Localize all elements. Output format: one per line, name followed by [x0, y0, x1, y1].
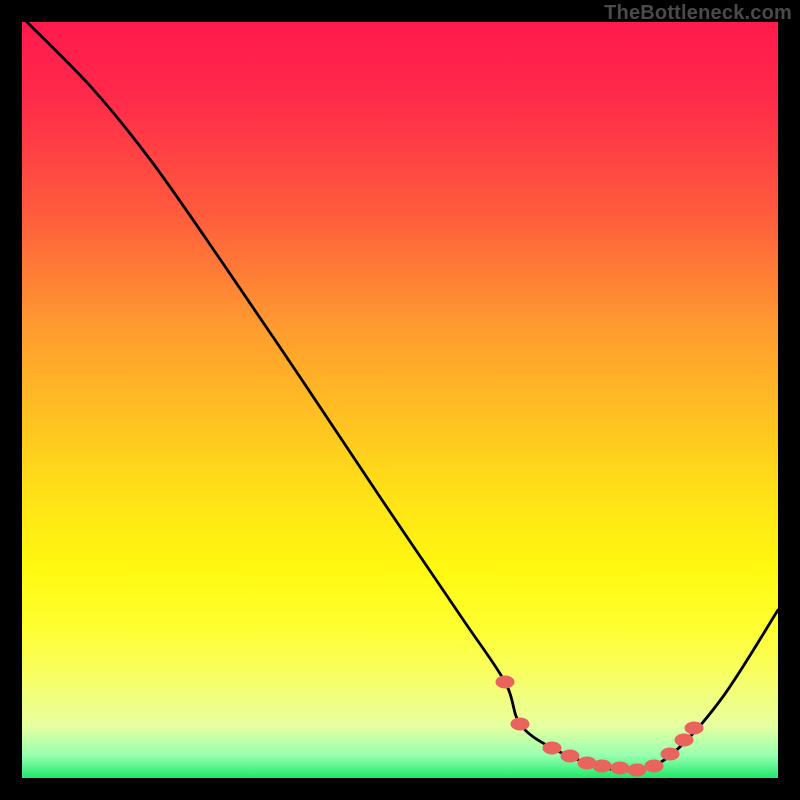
marker-dot [611, 762, 629, 774]
marker-dot [645, 760, 663, 772]
marker-dot [675, 734, 693, 746]
curve-markers [496, 676, 703, 776]
chart-svg [22, 22, 778, 778]
marker-dot [496, 676, 514, 688]
marker-dot [511, 718, 529, 730]
marker-dot [593, 760, 611, 772]
marker-dot [561, 750, 579, 762]
gradient-plot-area [22, 22, 778, 778]
marker-dot [661, 748, 679, 760]
marker-dot [543, 742, 561, 754]
marker-dot [628, 764, 646, 776]
bottleneck-curve [27, 22, 778, 771]
watermark-label: TheBottleneck.com [604, 2, 792, 25]
marker-dot [685, 722, 703, 734]
